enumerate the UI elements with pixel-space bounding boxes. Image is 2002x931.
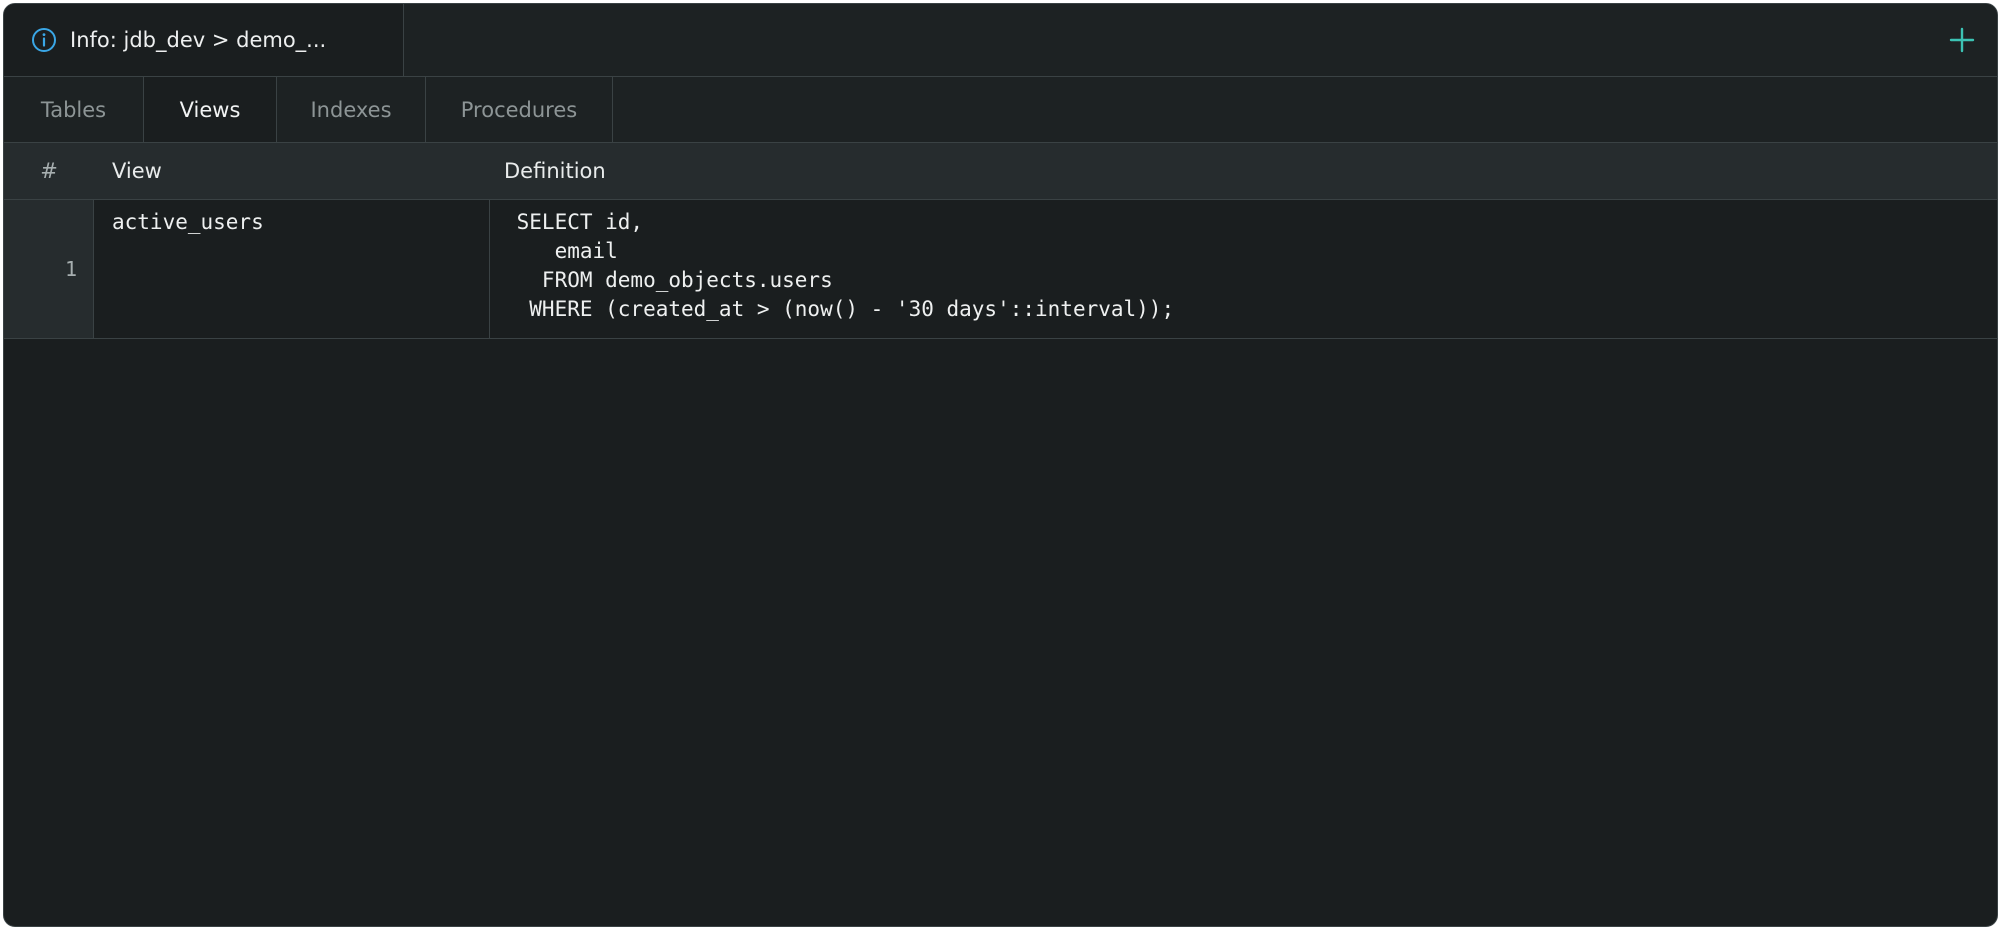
info-window: Info: jdb_dev > demo_... Tables Views In… [3, 3, 1998, 927]
object-type-tabs: Tables Views Indexes Procedures [4, 77, 1997, 143]
table-row[interactable]: 1 active_users SELECT id, email FROM dem… [4, 200, 1997, 339]
info-icon [30, 26, 58, 54]
add-tab-button[interactable] [1945, 23, 1979, 57]
tab-tables[interactable]: Tables [4, 77, 144, 142]
tab-bar: Info: jdb_dev > demo_... [4, 4, 1997, 77]
document-tab-title: Info: jdb_dev > demo_... [70, 28, 327, 52]
tab-procedures-label: Procedures [460, 97, 578, 122]
column-header-view[interactable]: View [112, 143, 162, 199]
tab-indexes[interactable]: Indexes [277, 77, 426, 142]
column-header-number[interactable]: # [4, 143, 94, 199]
view-definition-cell[interactable]: SELECT id, email FROM demo_objects.users… [490, 200, 1997, 338]
tab-procedures[interactable]: Procedures [426, 77, 613, 142]
grid-header: # View Definition [4, 143, 1997, 200]
row-number: 1 [4, 200, 94, 338]
tab-views[interactable]: Views [144, 77, 277, 142]
view-name-cell[interactable]: active_users [94, 200, 490, 338]
tab-views-label: Views [179, 97, 241, 122]
column-header-definition[interactable]: Definition [504, 143, 606, 199]
tab-tables-label: Tables [40, 97, 107, 122]
tab-indexes-label: Indexes [310, 97, 392, 122]
document-tab[interactable]: Info: jdb_dev > demo_... [4, 4, 404, 76]
plus-icon [1949, 27, 1975, 53]
